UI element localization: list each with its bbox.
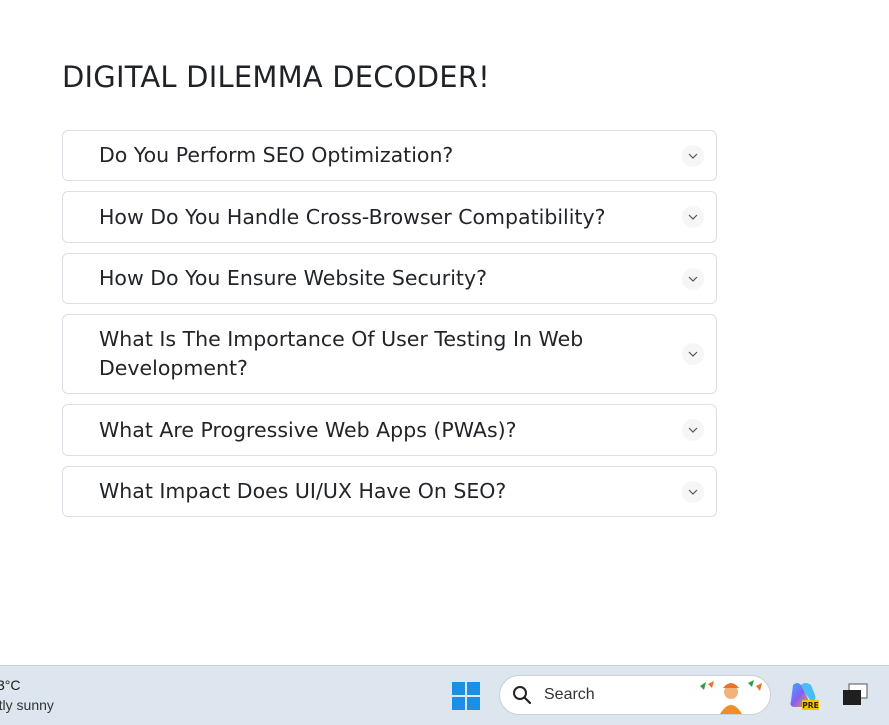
faq-item[interactable]: Do You Perform SEO Optimization?	[62, 130, 717, 181]
weather-description: rtly sunny	[0, 697, 54, 713]
faq-question: What Impact Does UI/UX Have On SEO?	[99, 479, 507, 503]
copilot-icon[interactable]: PRE	[787, 681, 819, 715]
search-highlight-icon	[698, 678, 764, 718]
faq-question: What Are Progressive Web Apps (PWAs)?	[99, 417, 517, 442]
chevron-down-icon[interactable]	[682, 144, 704, 167]
search-icon	[512, 685, 532, 709]
chevron-down-icon[interactable]	[682, 343, 704, 365]
chevron-down-icon[interactable]	[682, 267, 704, 290]
chevron-down-icon[interactable]	[682, 419, 704, 441]
faq-question: What Is The Importance Of User Testing I…	[99, 327, 584, 380]
faq-question: How Do You Handle Cross-Browser Compatib…	[99, 204, 606, 229]
faq-item[interactable]: What Are Progressive Web Apps (PWAs)?	[62, 404, 717, 456]
faq-item[interactable]: How Do You Ensure Website Security?	[62, 253, 717, 304]
taskbar: 3°C rtly sunny Search	[0, 665, 889, 725]
weather-temperature: 3°C	[0, 677, 21, 693]
chevron-down-icon[interactable]	[682, 480, 704, 503]
chevron-down-icon[interactable]	[682, 206, 704, 228]
windows-start-icon[interactable]	[450, 680, 482, 712]
faq-item[interactable]: What Impact Does UI/UX Have On SEO?	[62, 466, 717, 517]
task-view-icon[interactable]	[840, 683, 870, 711]
copilot-badge: PRE	[802, 701, 818, 710]
faq-question: How Do You Ensure Website Security?	[99, 266, 487, 290]
search-label: Search	[544, 686, 595, 703]
faq-item[interactable]: What Is The Importance Of User Testing I…	[62, 314, 717, 394]
taskbar-search[interactable]: Search	[499, 675, 771, 715]
page-title: DIGITAL DILEMMA DECODER!	[62, 60, 491, 94]
faq-item[interactable]: How Do You Handle Cross-Browser Compatib…	[62, 191, 717, 243]
faq-question: Do You Perform SEO Optimization?	[99, 143, 454, 167]
